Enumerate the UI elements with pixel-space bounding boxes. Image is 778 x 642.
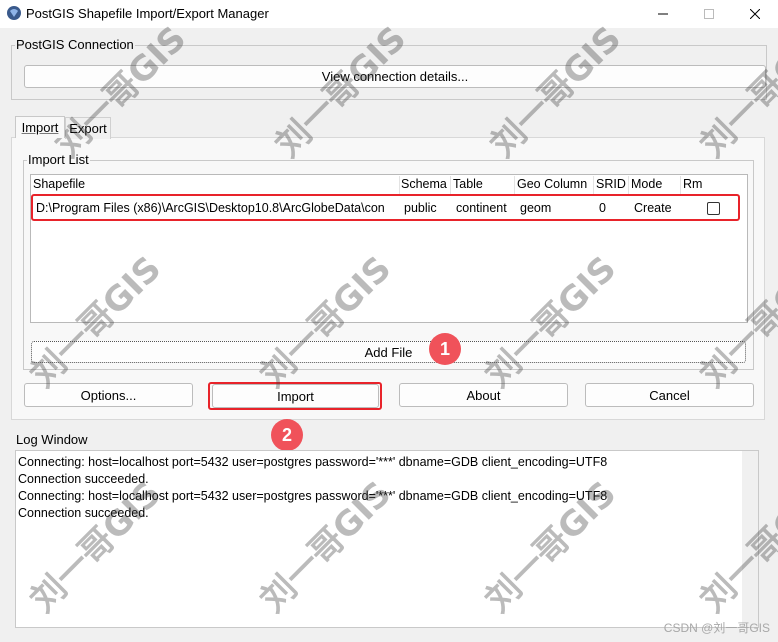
annotation-badge-2: 2	[271, 419, 303, 451]
log-line: Connection succeeded.	[18, 506, 149, 520]
close-icon	[750, 9, 760, 19]
minimize-icon	[658, 13, 668, 15]
column-header-table[interactable]: Table	[453, 177, 483, 191]
column-header-geo-column[interactable]: Geo Column	[517, 177, 587, 191]
column-separator	[450, 176, 451, 194]
column-header-shapefile[interactable]: Shapefile	[33, 177, 85, 191]
view-connection-details-button[interactable]: View connection details...	[24, 65, 766, 88]
annotation-badge-1: 1	[429, 333, 461, 365]
column-header-srid[interactable]: SRID	[596, 177, 626, 191]
options-button[interactable]: Options...	[24, 383, 193, 407]
tab-export[interactable]: Export	[65, 117, 111, 139]
connection-group-label: PostGIS Connection	[15, 37, 135, 52]
import-highlight-box	[208, 382, 382, 410]
log-scrollbar[interactable]	[742, 451, 758, 627]
column-separator	[514, 176, 515, 194]
log-line: Connection succeeded.	[18, 472, 149, 486]
tab-export-label: Export	[69, 121, 107, 136]
cancel-button[interactable]: Cancel	[585, 383, 754, 407]
maximize-button[interactable]	[686, 0, 732, 28]
column-separator	[399, 176, 400, 194]
log-line: Connecting: host=localhost port=5432 use…	[18, 455, 608, 469]
about-button[interactable]: About	[399, 383, 568, 407]
add-file-button[interactable]: Add File	[31, 341, 746, 363]
csdn-credit: CSDN @刘一哥GIS	[663, 621, 770, 635]
log-window-label: Log Window	[15, 432, 89, 447]
tab-import-label: Import	[21, 120, 59, 135]
close-button[interactable]	[732, 0, 778, 28]
column-separator	[680, 176, 681, 194]
title-bar: PostGIS Shapefile Import/Export Manager	[0, 0, 778, 28]
import-list-group-label: Import List	[27, 152, 90, 167]
column-header-schema[interactable]: Schema	[401, 177, 447, 191]
column-header-rm[interactable]: Rm	[683, 177, 702, 191]
tab-import[interactable]: Import	[15, 116, 65, 138]
maximize-icon	[704, 9, 714, 19]
column-separator	[593, 176, 594, 194]
column-separator	[628, 176, 629, 194]
row-highlight-box	[31, 194, 740, 221]
app-icon	[7, 6, 21, 20]
window-title: PostGIS Shapefile Import/Export Manager	[26, 6, 269, 21]
log-line: Connecting: host=localhost port=5432 use…	[18, 489, 608, 503]
minimize-button[interactable]	[640, 0, 686, 28]
column-header-mode[interactable]: Mode	[631, 177, 662, 191]
